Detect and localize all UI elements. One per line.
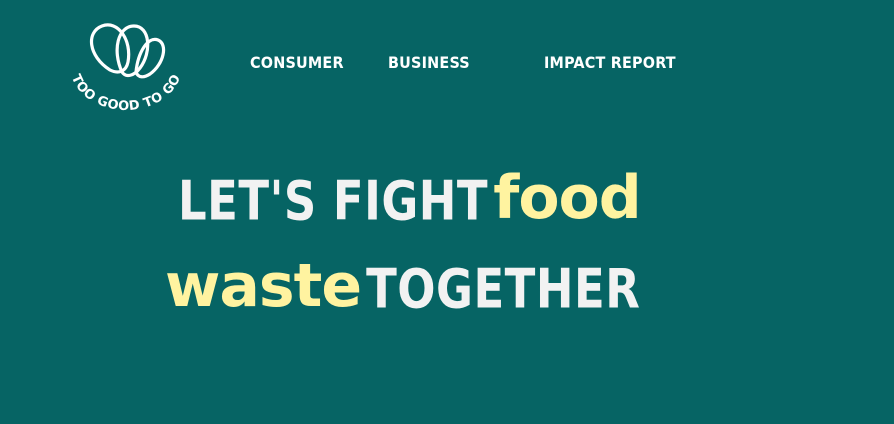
nav-consumer[interactable]: CONSUMER [250, 52, 344, 74]
hero-line2-accent: waste [165, 251, 362, 321]
hero-line-2: waste TOGETHER [165, 256, 640, 316]
hero-line2-suffix: TOGETHER [366, 257, 641, 321]
hero-line1-prefix: LET'S FIGHT [178, 169, 489, 233]
brand-logo[interactable]: TOO GOOD TO GO [62, 16, 190, 116]
nav-impact-report[interactable]: IMPACT REPORT [544, 52, 676, 74]
nav-business[interactable]: BUSINESS [388, 52, 470, 74]
hero-line-1: LET'S FIGHT food [178, 163, 642, 233]
hero-line1-accent: food [493, 163, 641, 233]
svg-text:TOO GOOD TO GO: TOO GOOD TO GO [68, 72, 184, 114]
logo-text: TOO GOOD TO GO [68, 72, 184, 114]
logo-mark-icon: TOO GOOD TO GO [68, 23, 184, 114]
